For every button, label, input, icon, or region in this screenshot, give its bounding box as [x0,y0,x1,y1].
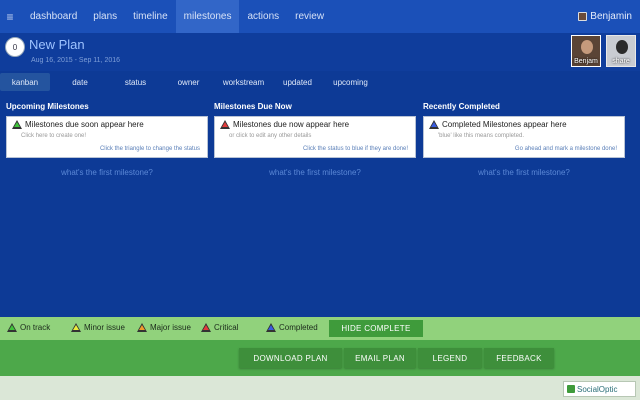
triangle-status-icon [71,323,81,332]
legend-label: Major issue [150,323,191,332]
column-upcoming: Upcoming Milestones Milestones due soon … [6,102,208,177]
socialoptic-logo[interactable]: SocialOptic [563,381,636,397]
card-hint-text: Go ahead and mark a milestone done! [514,146,617,152]
avatar-label: Benjam [574,58,598,65]
avatar-label: share [612,58,630,65]
legend-label: On track [20,323,51,332]
milestone-card[interactable]: Milestones due now appear here or click … [214,116,416,158]
tab-kanban[interactable]: kanban [0,73,50,91]
legend-on-track: On track [7,323,50,332]
card-sub-text: 'blue' like this means completed. [438,133,525,139]
status-legend-bar: On track Minor issue Major issue Critica… [0,317,640,340]
nav-item-review[interactable]: review [287,0,332,33]
plan-start-date: Aug 16, 2015 [31,57,73,64]
team-member-avatar[interactable]: Benjam [571,35,601,67]
legend-critical: Critical [201,323,238,332]
top-navigation: ≡ dashboard plans timeline milestones ac… [0,0,640,33]
avatar-face [581,40,593,54]
nav-item-milestones[interactable]: milestones [175,0,240,33]
legend-minor-issue: Minor issue [71,323,125,332]
triangle-status-icon[interactable] [429,120,439,129]
hamburger-icon[interactable]: ≡ [0,0,20,33]
card-main: Milestones due soon appear here [12,120,144,129]
nav-item-dashboard[interactable]: dashboard [20,0,85,33]
tab-date[interactable]: date [50,73,110,91]
triangle-status-icon [201,323,211,332]
legend-label: Completed [279,323,318,332]
nav-item-timeline[interactable]: timeline [125,0,175,33]
share-avatar[interactable]: share [606,35,636,67]
legend-label: Minor issue [84,323,125,332]
user-menu[interactable]: Benjamin [578,11,640,22]
column-title: Recently Completed [423,102,500,111]
milestone-card[interactable]: Milestones due soon appear here Click he… [6,116,208,158]
logo-mark-icon [567,385,575,393]
user-name: Benjamin [590,11,632,22]
card-main-text: Completed Milestones appear here [442,120,567,129]
column-due-now: Milestones Due Now Milestones due now ap… [214,102,416,177]
first-milestone-link[interactable]: what's the first milestone? [214,168,416,177]
tab-workstream[interactable]: workstream [216,73,271,91]
legend-major-issue: Major issue [137,323,191,332]
nav-item-plans[interactable]: plans [85,0,125,33]
plan-dates: Aug 16, 2015 - Sep 11, 2016 [31,57,120,64]
triangle-status-icon [266,323,276,332]
card-hint-text: Click the triangle to change the status [99,146,200,152]
card-main-text: Milestones due soon appear here [25,120,144,129]
triangle-status-icon[interactable] [12,120,22,129]
card-sub-text: Click here to create one! [21,133,87,139]
logo-text: SocialOptic [577,384,618,394]
download-plan-button[interactable]: DOWNLOAD PLAN [239,348,342,368]
column-title: Milestones Due Now [214,102,292,111]
sort-tabs: kanban date status owner workstream upda… [0,71,640,93]
legend-completed: Completed [266,323,318,332]
card-main: Completed Milestones appear here [429,120,567,129]
card-hint-text: Click the status to blue if they are don… [302,146,408,152]
triangle-status-icon [7,323,17,332]
email-plan-button[interactable]: EMAIL PLAN [344,348,416,368]
tab-owner[interactable]: owner [161,73,216,91]
plan-end-date: Sep 11, 2016 [78,57,121,64]
first-milestone-link[interactable]: what's the first milestone? [423,168,625,177]
tab-updated[interactable]: updated [271,73,324,91]
hide-complete-button[interactable]: HIDE COMPLETE [329,320,423,337]
card-main-text: Milestones due now appear here [233,120,350,129]
triangle-status-icon [137,323,147,332]
tab-status[interactable]: status [110,73,161,91]
card-main: Milestones due now appear here [220,120,349,129]
plan-badge[interactable]: 0 [5,37,25,57]
nav-item-actions[interactable]: actions [239,0,287,33]
feedback-button[interactable]: FEEDBACK [484,348,554,368]
card-sub-text: or click to edit any other details [229,133,312,139]
action-bar: DOWNLOAD PLAN EMAIL PLAN LEGEND FEEDBACK [0,340,640,376]
avatar-face [616,40,628,54]
legend-button[interactable]: LEGEND [418,348,482,368]
footer: SocialOptic [0,376,640,400]
legend-label: Critical [214,323,239,332]
first-milestone-link[interactable]: what's the first milestone? [6,168,208,177]
triangle-status-icon[interactable] [220,120,230,129]
plan-date-separator: - [74,57,77,64]
tab-upcoming[interactable]: upcoming [324,73,377,91]
column-completed: Recently Completed Completed Milestones … [423,102,625,177]
plan-header: 0 New Plan Aug 16, 2015 - Sep 11, 2016 B… [0,33,640,71]
user-avatar-icon [578,12,588,21]
column-title: Upcoming Milestones [6,102,89,111]
milestone-card[interactable]: Completed Milestones appear here 'blue' … [423,116,625,158]
plan-title[interactable]: New Plan [29,37,85,52]
